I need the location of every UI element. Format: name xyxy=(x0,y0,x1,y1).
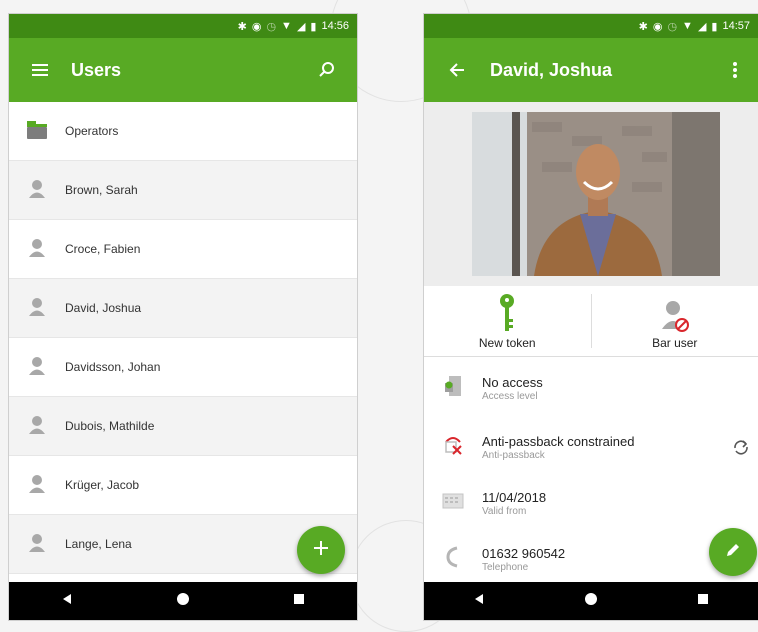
user-detail-screen: ✱ ◉ ◷ ▼ ◢ ▮ 14:57 David, Joshua xyxy=(424,14,758,620)
telephone-label: Telephone xyxy=(482,562,565,573)
valid-from-value: 11/04/2018 xyxy=(482,490,546,505)
back-arrow-icon[interactable] xyxy=(424,63,490,77)
wifi-icon: ▼ xyxy=(682,20,693,32)
status-bar: ✱ ◉ ◷ ▼ ◢ ▮ 14:56 xyxy=(9,14,357,38)
user-icon xyxy=(27,238,47,261)
nav-home-icon[interactable] xyxy=(584,592,598,611)
users-screen: ✱ ◉ ◷ ▼ ◢ ▮ 14:56 Users Operators Brown,… xyxy=(9,14,357,620)
key-icon xyxy=(498,293,516,336)
new-token-button[interactable]: New token xyxy=(424,286,591,356)
list-item-label: Brown, Sarah xyxy=(65,183,138,197)
edit-icon xyxy=(725,542,741,563)
nav-recents-icon[interactable] xyxy=(293,592,305,610)
status-bar: ✱ ◉ ◷ ▼ ◢ ▮ 14:57 xyxy=(424,14,758,38)
nav-recents-icon[interactable] xyxy=(697,592,709,610)
list-item-label: Dubois, Mathilde xyxy=(65,419,154,433)
more-vert-icon[interactable] xyxy=(712,62,758,78)
alarm-icon: ◷ xyxy=(266,20,276,33)
signal-icon: ◢ xyxy=(698,20,706,33)
access-level-label: Access level xyxy=(482,391,543,402)
detail-access-level[interactable]: No access Access level xyxy=(424,357,758,419)
user-icon xyxy=(27,533,47,556)
system-nav-bar xyxy=(9,582,357,620)
status-time: 14:57 xyxy=(722,20,750,32)
list-item-label: Croce, Fabien xyxy=(65,242,140,256)
detail-anti-passback[interactable]: Anti-passback constrained Anti-passback xyxy=(424,419,758,475)
status-time: 14:56 xyxy=(321,20,349,32)
list-item-label: Lange, Lena xyxy=(65,537,132,551)
folder-icon xyxy=(26,120,48,143)
battery-icon: ▮ xyxy=(711,20,717,33)
valid-from-label: Valid from xyxy=(482,506,546,517)
app-bar: David, Joshua xyxy=(424,38,758,102)
signal-icon: ◢ xyxy=(297,20,305,33)
access-level-value: No access xyxy=(482,375,543,390)
photo-area xyxy=(424,102,758,286)
detail-list: No access Access level Anti-passback con… xyxy=(424,357,758,587)
list-item-user[interactable]: Dubois, Mathilde xyxy=(9,397,357,456)
battery-icon: ▮ xyxy=(310,20,316,33)
detail-valid-from[interactable]: 11/04/2018 Valid from xyxy=(424,475,758,531)
user-photo[interactable] xyxy=(472,112,720,276)
hotspot-icon: ◉ xyxy=(653,20,663,33)
add-user-button[interactable] xyxy=(297,526,345,574)
nav-back-icon[interactable] xyxy=(473,592,485,610)
nav-back-icon[interactable] xyxy=(61,592,73,610)
list-item-operators[interactable]: Operators xyxy=(9,102,357,161)
bar-user-label: Bar user xyxy=(652,336,697,350)
anti-passback-value: Anti-passback constrained xyxy=(482,434,634,449)
wifi-icon: ▼ xyxy=(281,20,292,32)
app-bar: Users xyxy=(9,38,357,102)
list-item-label: David, Joshua xyxy=(65,301,141,315)
bluetooth-icon: ✱ xyxy=(639,20,648,33)
antipassback-icon xyxy=(442,434,464,461)
list-item-user[interactable]: Brown, Sarah xyxy=(9,161,357,220)
list-item-label: Davidsson, Johan xyxy=(65,360,160,374)
user-icon xyxy=(27,474,47,497)
edit-button[interactable] xyxy=(709,528,757,576)
search-icon[interactable] xyxy=(297,61,357,79)
door-icon xyxy=(444,375,462,402)
list-item-label: Krüger, Jacob xyxy=(65,478,139,492)
hamburger-icon[interactable] xyxy=(9,64,71,76)
list-item-label: Operators xyxy=(65,124,118,138)
action-bar: New token Bar user xyxy=(424,286,758,357)
page-title: Users xyxy=(71,60,121,81)
bar-user-icon xyxy=(660,299,690,336)
nav-home-icon[interactable] xyxy=(176,592,190,611)
detail-telephone[interactable]: 01632 960542 Telephone xyxy=(424,531,758,587)
system-nav-bar xyxy=(424,582,758,620)
calendar-icon xyxy=(442,493,464,514)
hotspot-icon: ◉ xyxy=(252,20,262,33)
bluetooth-icon: ✱ xyxy=(238,20,247,33)
user-list: Operators Brown, Sarah Croce, Fabien Dav… xyxy=(9,102,357,574)
alarm-icon: ◷ xyxy=(667,20,677,33)
list-item-user[interactable]: Krüger, Jacob xyxy=(9,456,357,515)
user-icon xyxy=(27,415,47,438)
list-item-user[interactable]: Davidsson, Johan xyxy=(9,338,357,397)
list-item-user[interactable]: Croce, Fabien xyxy=(9,220,357,279)
user-icon xyxy=(27,297,47,320)
anti-passback-label: Anti-passback xyxy=(482,450,634,461)
plus-icon xyxy=(314,541,328,560)
list-item-user[interactable]: David, Joshua xyxy=(9,279,357,338)
new-token-label: New token xyxy=(479,336,536,350)
telephone-value: 01632 960542 xyxy=(482,546,565,561)
phone-icon xyxy=(445,546,461,573)
user-icon xyxy=(27,356,47,379)
user-icon xyxy=(27,179,47,202)
bar-user-button[interactable]: Bar user xyxy=(592,286,758,356)
page-title: David, Joshua xyxy=(490,60,612,81)
sync-icon[interactable] xyxy=(732,439,750,460)
